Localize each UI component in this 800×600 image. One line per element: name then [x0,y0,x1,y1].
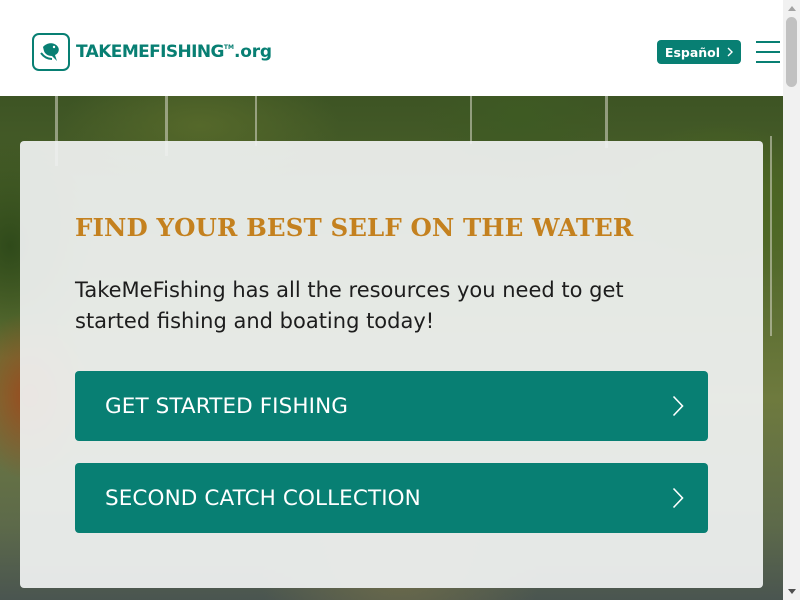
menu-line [756,41,780,43]
hero-title: FIND YOUR BEST SELF ON THE WATER [75,213,634,242]
cta-label: SECOND CATCH COLLECTION [105,485,421,511]
scroll-down-arrow-icon[interactable] [783,583,800,600]
scroll-up-arrow-icon[interactable] [783,0,800,17]
hero-card: FIND YOUR BEST SELF ON THE WATER TakeMeF… [20,141,763,588]
site-header: TAKEMEFISHING TM .org Español [0,0,783,96]
menu-line [756,51,780,53]
hamburger-menu-icon[interactable] [756,41,780,63]
site-logo[interactable]: TAKEMEFISHING TM .org [32,32,272,72]
chevron-right-icon [727,47,734,57]
cta-label: GET STARTED FISHING [105,393,349,419]
language-button-label: Español [664,44,721,60]
chevron-right-icon [672,395,684,417]
logo-text: TAKEMEFISHING [76,42,224,62]
logo-wordmark: TAKEMEFISHING TM .org [76,42,272,62]
chevron-right-icon [672,487,684,509]
scrollbar-thumb[interactable] [786,17,797,87]
hero-section: FIND YOUR BEST SELF ON THE WATER TakeMeF… [0,96,783,600]
logo-org: .org [233,42,272,62]
second-catch-collection-button[interactable]: SECOND CATCH COLLECTION [75,463,708,533]
hero-description: TakeMeFishing has all the resources you … [75,278,624,333]
logo-trademark: TM [223,44,234,51]
get-started-fishing-button[interactable]: GET STARTED FISHING [75,371,708,441]
page-scrollbar[interactable] [783,0,800,600]
espanol-language-button[interactable]: Español [657,40,741,64]
menu-line [756,61,780,63]
fish-logo-icon [32,33,70,71]
